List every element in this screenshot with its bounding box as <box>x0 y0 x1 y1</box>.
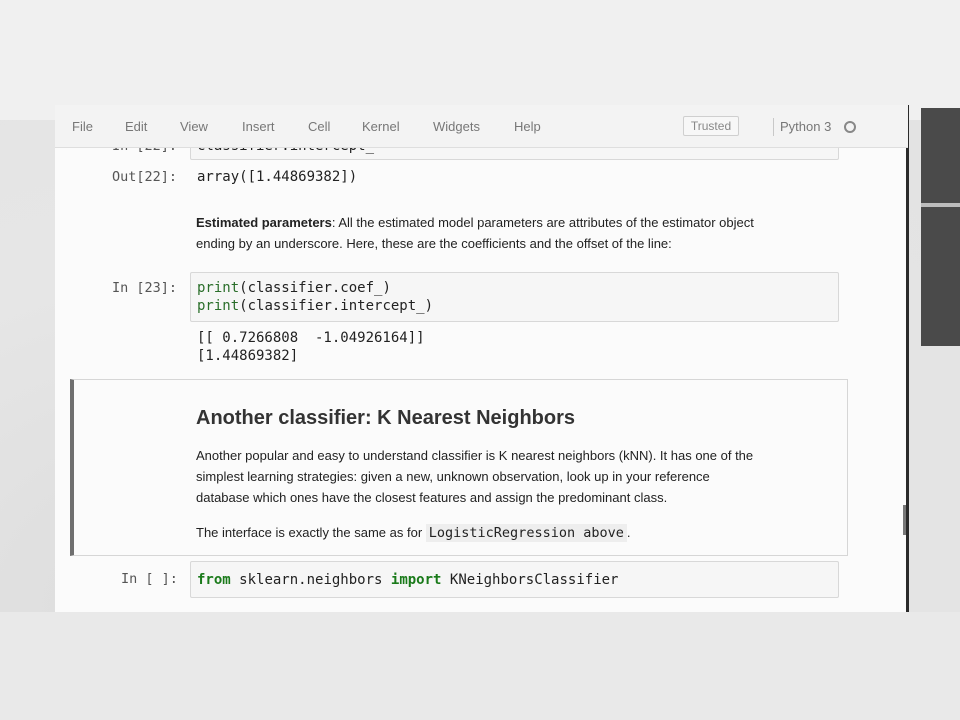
menu-bar: File Edit View Insert Cell Kernel Widget… <box>55 105 908 148</box>
cell23-line1-rest: (classifier.coef_) <box>239 280 391 296</box>
menu-edit[interactable]: Edit <box>125 119 147 134</box>
kw-import: import <box>390 572 442 588</box>
cell23-code-line2: print(classifier.intercept_) <box>197 298 433 314</box>
cell23-line2-fn: print <box>197 298 240 314</box>
params-line2: ending by an underscore. Here, these are… <box>196 236 672 251</box>
cell23-line2-rest: (classifier.intercept_) <box>239 298 434 314</box>
knn-para2-suffix: . <box>626 525 631 540</box>
knn-heading: Another classifier: K Nearest Neighbors <box>196 407 575 429</box>
background-bottom <box>0 612 960 720</box>
cell23-line1-fn: print <box>197 280 240 296</box>
menu-help[interactable]: Help <box>514 119 541 134</box>
side-panel <box>921 108 960 346</box>
menu-widgets[interactable]: Widgets <box>433 119 480 134</box>
next-cell-code: from sklearn.neighbors import KNeighbors… <box>197 572 618 588</box>
cell22-output: array([1.44869382]) <box>197 169 358 185</box>
next-cell-code-input[interactable]: from sklearn.neighbors import KNeighbors… <box>190 561 839 598</box>
kernel-separator <box>773 118 774 136</box>
menu-view[interactable]: View <box>180 119 208 134</box>
knn-para1-line3: database which ones have the closest fea… <box>196 490 668 505</box>
menu-insert[interactable]: Insert <box>242 119 275 134</box>
import-name: KNeighborsClassifier <box>449 572 619 588</box>
cell23-in-prompt: In [23]: <box>112 280 178 296</box>
notebook-page: File Edit View Insert Cell Kernel Widget… <box>55 105 908 612</box>
knn-para2-prefix: The interface is exactly the same as for <box>196 525 423 540</box>
knn-para1-line1: Another popular and easy to understand c… <box>196 448 754 463</box>
next-cell-in-prompt: In [ ]: <box>121 571 178 587</box>
import-module: sklearn.neighbors <box>239 572 383 588</box>
cell23-code-input[interactable]: print(classifier.coef_) print(classifier… <box>190 272 839 322</box>
cell22-out-prompt: Out[22]: <box>112 169 178 185</box>
page-right-border <box>906 105 909 612</box>
kernel-status-icon <box>844 121 856 133</box>
knn-interface-paragraph: The interface is exactly the same as for… <box>196 522 856 544</box>
background-top <box>0 0 960 120</box>
cell23-code-line1: print(classifier.coef_) <box>197 280 391 296</box>
scrollbar-thumb[interactable] <box>903 505 906 535</box>
kernel-name: Python 3 <box>780 119 832 134</box>
knn-para2-code: LogisticRegression above <box>425 524 627 542</box>
knn-paragraph: Another popular and easy to understand c… <box>196 445 856 508</box>
params-bold: Estimated parameters <box>196 215 332 230</box>
knn-para1-line2: simplest learning strategies: given a ne… <box>196 469 710 484</box>
cell23-output-line1: [[ 0.7266808 -1.04926164]] <box>197 330 425 346</box>
kw-from: from <box>197 572 231 588</box>
menu-cell[interactable]: Cell <box>308 119 330 134</box>
menu-kernel[interactable]: Kernel <box>362 119 400 134</box>
side-panel-band <box>921 203 960 207</box>
params-line1: : All the estimated model parameters are… <box>331 215 754 230</box>
trusted-badge[interactable]: Trusted <box>683 116 739 136</box>
cell23-output-line2: [1.44869382] <box>197 348 299 364</box>
params-paragraph: Estimated parameters: All the estimated … <box>196 212 856 254</box>
menu-file[interactable]: File <box>72 119 93 134</box>
